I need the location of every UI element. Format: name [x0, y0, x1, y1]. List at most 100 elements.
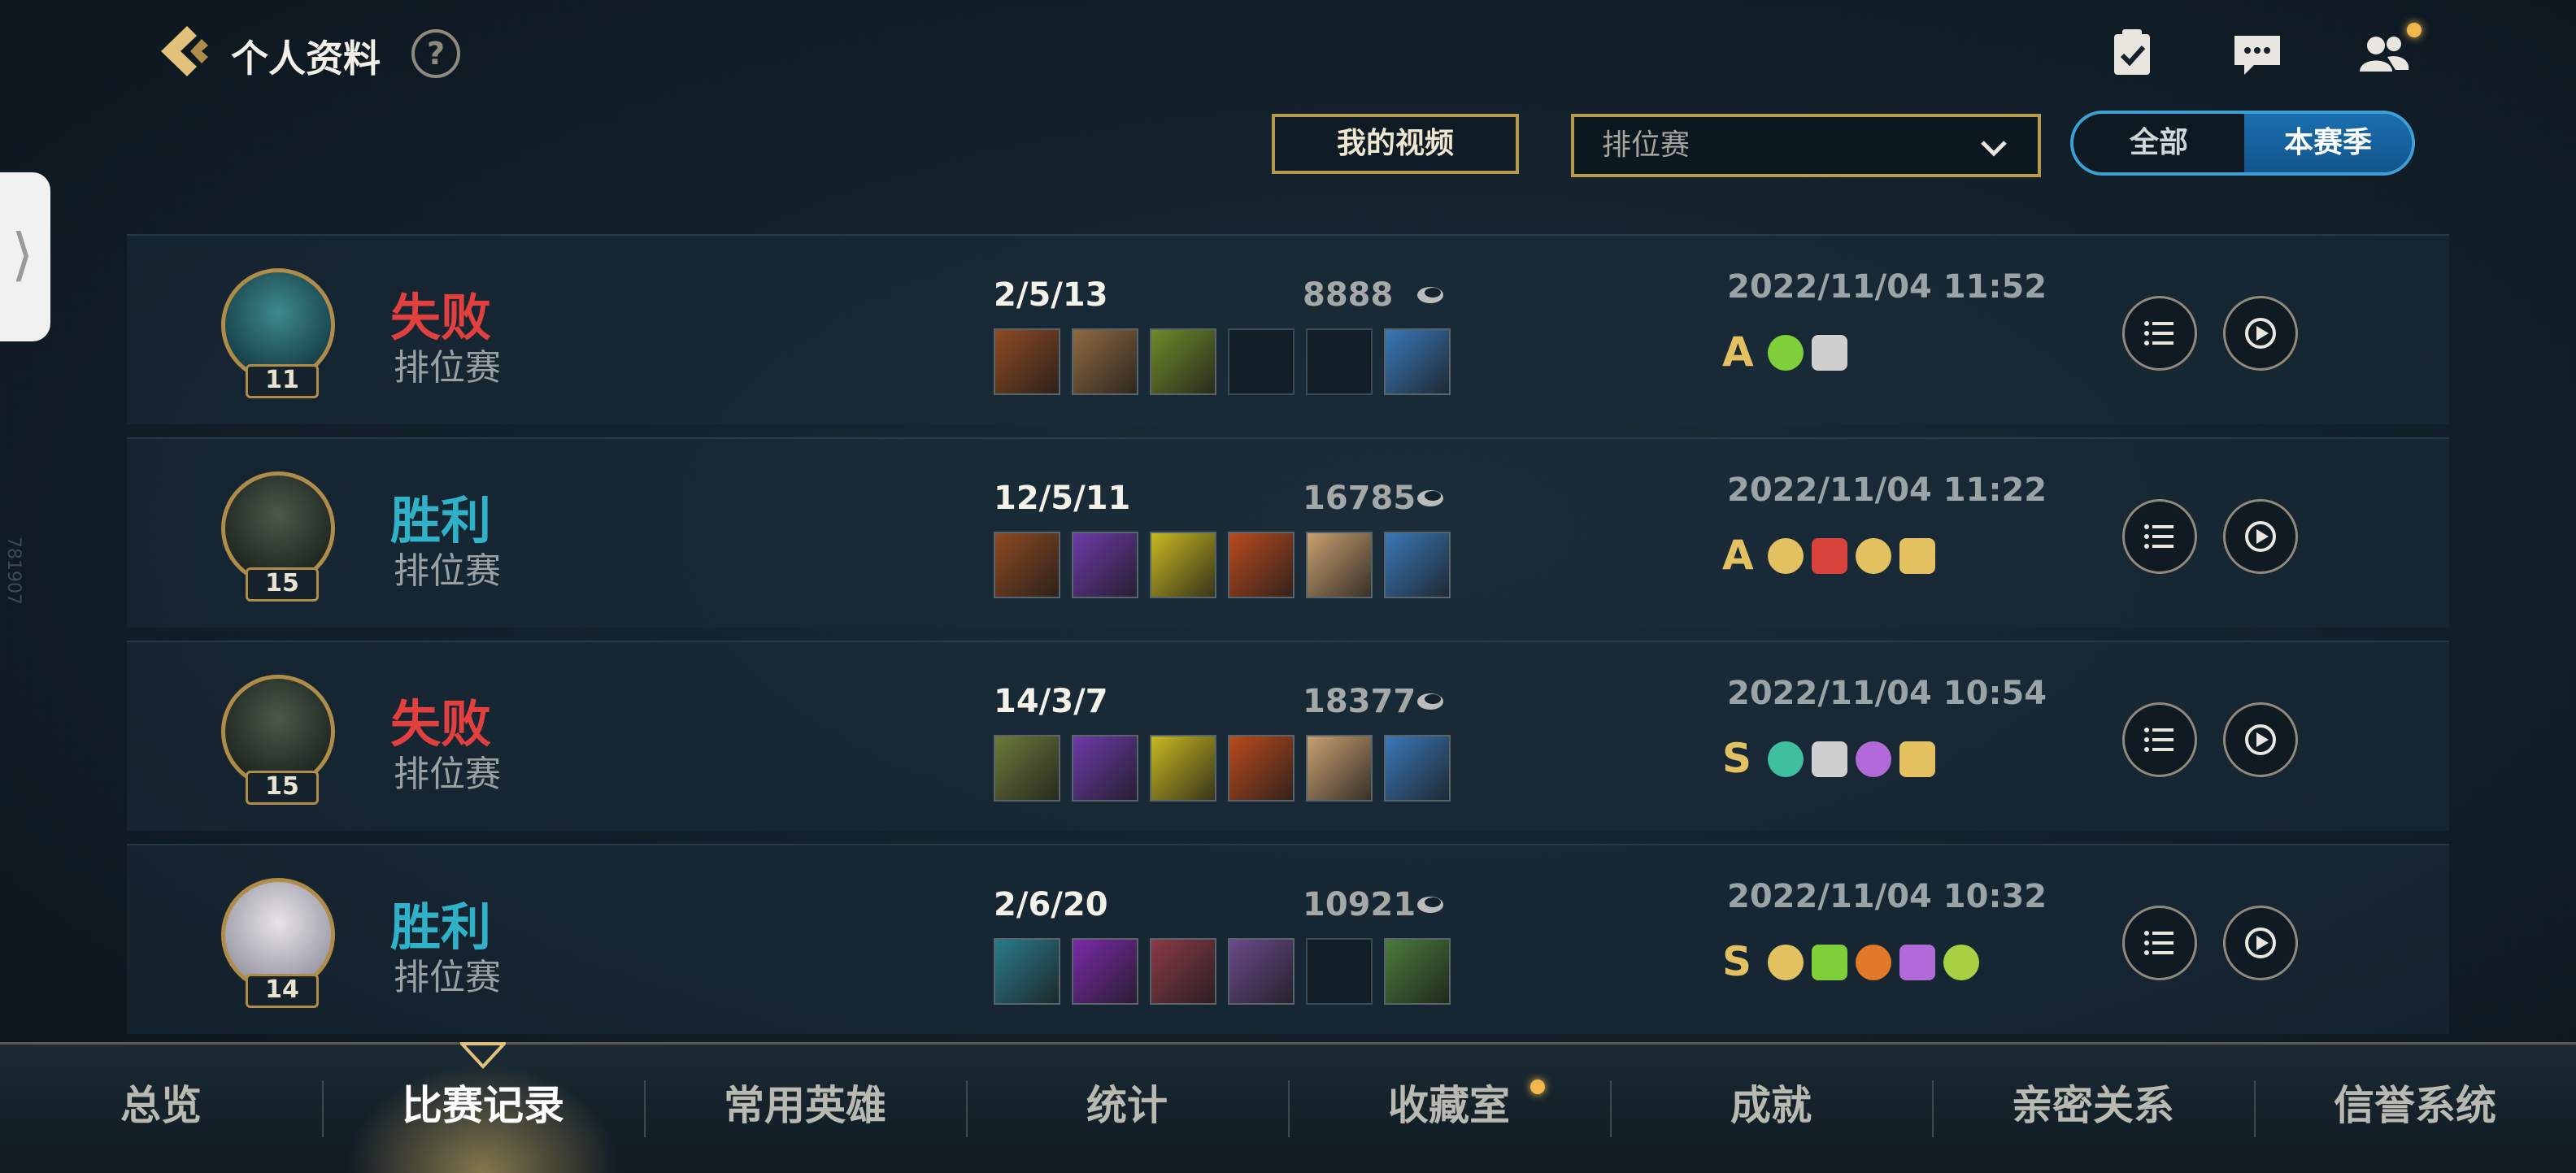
medal-icon[interactable] [1768, 945, 1804, 980]
item-slot-empty[interactable] [1306, 938, 1373, 1005]
champion-level-badge: 11 [246, 364, 319, 398]
item-slot[interactable] [1384, 532, 1451, 598]
gold-value: 10921 [1303, 886, 1416, 923]
item-slot[interactable] [994, 735, 1060, 802]
item-slot[interactable] [994, 938, 1060, 1005]
medal-icon[interactable] [1856, 741, 1891, 777]
list-icon [2144, 524, 2174, 549]
performance-grade: S [1722, 735, 1752, 782]
match-mode: 排位赛 [394, 754, 501, 795]
list-icon [2144, 321, 2174, 345]
match-row[interactable]: 15 失败 排位赛 14/3/7 18377 2022/11/04 10:54 … [127, 641, 2449, 831]
nav-tab[interactable]: 成就 [1610, 1045, 1932, 1173]
medal-icon[interactable] [1899, 741, 1935, 777]
match-replay-button[interactable] [2223, 702, 2298, 777]
item-slot[interactable] [1384, 938, 1451, 1005]
chevron-right-icon: ⟩ [11, 221, 34, 288]
match-details-button[interactable] [2122, 499, 2197, 574]
nav-divider [2254, 1080, 2256, 1137]
notification-dot [2407, 23, 2422, 37]
item-slot[interactable] [1228, 735, 1295, 802]
item-slot[interactable] [1072, 735, 1138, 802]
item-slot[interactable] [1150, 328, 1216, 395]
match-details-button[interactable] [2122, 702, 2197, 777]
item-slot[interactable] [1072, 532, 1138, 598]
bottom-nav: 总览 比赛记录 常用英雄 统计 收藏室 成就 亲密关系 信誉系统 [0, 1042, 2576, 1173]
item-slot[interactable] [1228, 938, 1295, 1005]
medal-icon[interactable] [1856, 538, 1891, 574]
item-slot[interactable] [994, 328, 1060, 395]
medal-icon[interactable] [1899, 945, 1935, 980]
item-slot[interactable] [1306, 532, 1373, 598]
match-replay-button[interactable] [2223, 296, 2298, 371]
match-history-list[interactable]: 11 失败 排位赛 2/5/13 8888 2022/11/04 11:52 A [127, 205, 2449, 1034]
chat-icon[interactable] [2228, 24, 2287, 83]
help-icon[interactable]: ? [411, 29, 460, 78]
medal-icon[interactable] [1812, 741, 1847, 777]
performance-grade: A [1722, 532, 1754, 579]
gold-coin-icon [1417, 693, 1443, 710]
match-date: 2022/11/04 11:52 [1727, 268, 2047, 306]
medal-icon[interactable] [1768, 538, 1804, 574]
segment-all[interactable]: 全部 [2073, 114, 2244, 172]
item-slot[interactable] [1150, 532, 1216, 598]
medal-icon[interactable] [1943, 945, 1979, 980]
match-replay-button[interactable] [2223, 499, 2298, 574]
segment-current-season[interactable]: 本赛季 [2244, 114, 2412, 172]
item-slot-empty[interactable] [1306, 328, 1373, 395]
match-details-button[interactable] [2122, 296, 2197, 371]
my-videos-button[interactable]: 我的视频 [1272, 114, 1519, 174]
nav-tab[interactable]: 总览 [0, 1045, 322, 1173]
item-slot-empty[interactable] [1228, 328, 1295, 395]
friends-icon[interactable] [2355, 24, 2413, 83]
nav-divider [1288, 1080, 1290, 1137]
match-mode: 排位赛 [394, 957, 501, 998]
match-replay-button[interactable] [2223, 906, 2298, 980]
nav-tab[interactable]: 统计 [966, 1045, 1288, 1173]
active-tab-caret-icon [460, 1042, 506, 1069]
item-slot[interactable] [1150, 735, 1216, 802]
nav-tab[interactable]: 信誉系统 [2254, 1045, 2576, 1173]
nav-tab[interactable]: 收藏室 [1288, 1045, 1610, 1173]
item-slot[interactable] [1072, 938, 1138, 1005]
medal-icon[interactable] [1812, 945, 1847, 980]
item-slot[interactable] [1150, 938, 1216, 1005]
performance-grade: S [1722, 938, 1752, 985]
side-drawer-handle[interactable]: ⟩ [0, 172, 50, 341]
gold-value: 18377 [1303, 683, 1416, 720]
medal-icon[interactable] [1812, 538, 1847, 574]
medal-icon[interactable] [1899, 538, 1935, 574]
match-mode: 排位赛 [394, 347, 501, 389]
item-slot[interactable] [1384, 735, 1451, 802]
item-slot[interactable] [1306, 735, 1373, 802]
back-arrow-icon [161, 26, 208, 76]
replay-icon [2245, 928, 2276, 958]
item-slot[interactable] [994, 532, 1060, 598]
nav-tab[interactable]: 常用英雄 [644, 1045, 966, 1173]
match-row[interactable]: 15 胜利 排位赛 12/5/11 16785 2022/11/04 11:22… [127, 437, 2449, 628]
champion-level-badge: 15 [246, 771, 319, 805]
gold-value: 8888 [1303, 276, 1394, 314]
nav-tab[interactable]: 亲密关系 [1932, 1045, 2254, 1173]
collection-notification-dot [1530, 1080, 1545, 1094]
match-details-button[interactable] [2122, 906, 2197, 980]
mode-select[interactable]: 排位赛 [1571, 114, 2041, 177]
tasks-checklist-icon[interactable] [2103, 24, 2161, 83]
match-row[interactable]: 14 胜利 排位赛 2/6/20 10921 2022/11/04 10:32 … [127, 844, 2449, 1034]
item-slot[interactable] [1228, 532, 1295, 598]
gold-coin-icon [1417, 490, 1443, 506]
medal-icon[interactable] [1768, 335, 1804, 371]
nav-divider [966, 1080, 968, 1137]
match-mode: 排位赛 [394, 550, 501, 592]
medal-icon[interactable] [1856, 945, 1891, 980]
item-slot[interactable] [1384, 328, 1451, 395]
back-button[interactable] [154, 23, 211, 80]
page-title: 个人资料 [231, 37, 381, 80]
medal-icon[interactable] [1768, 741, 1804, 777]
gold-coin-icon [1417, 287, 1443, 303]
medal-icon[interactable] [1812, 335, 1847, 371]
season-toggle[interactable]: 全部 本赛季 [2070, 111, 2415, 176]
match-row[interactable]: 11 失败 排位赛 2/5/13 8888 2022/11/04 11:52 A [127, 234, 2449, 424]
item-slot[interactable] [1072, 328, 1138, 395]
kda-value: 14/3/7 [994, 683, 1108, 720]
